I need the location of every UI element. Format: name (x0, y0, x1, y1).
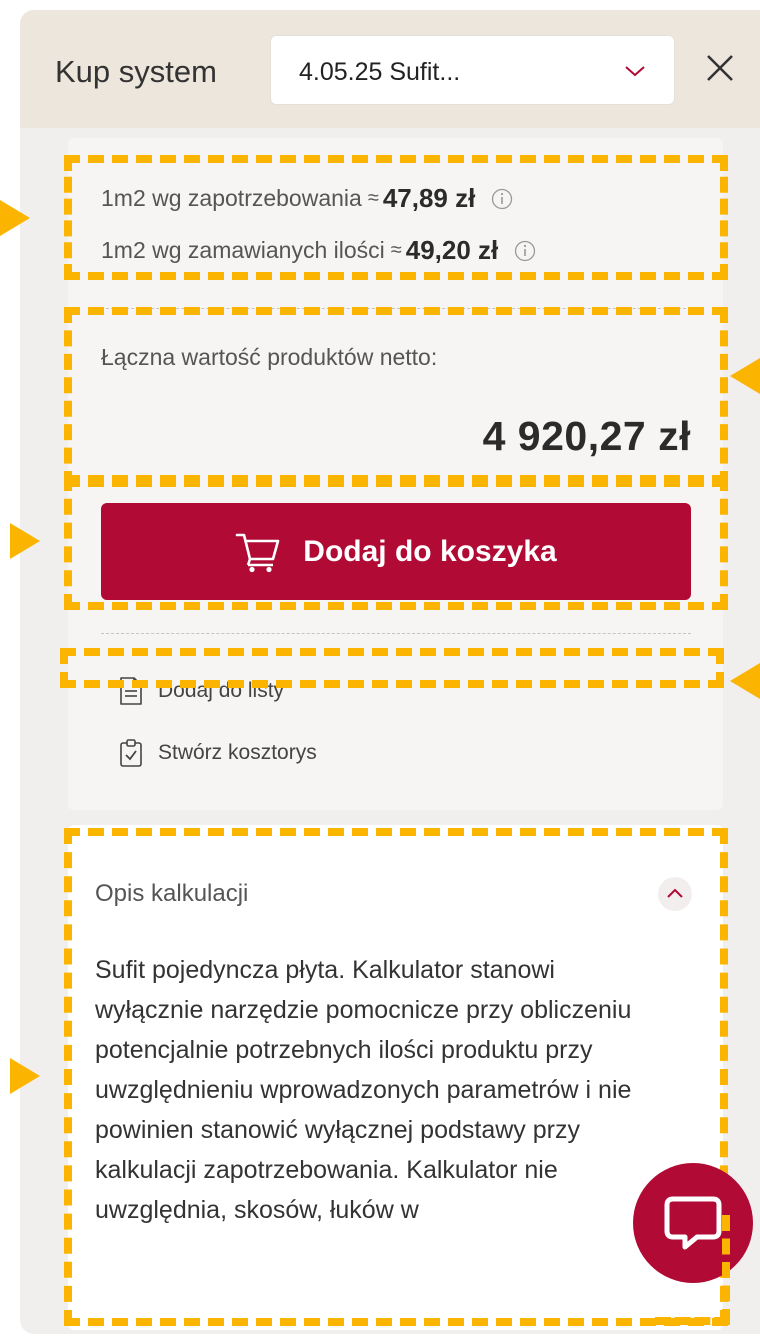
divider (101, 308, 691, 309)
price-per-m2-need: 1m2 wg zapotrzebowania ≈ 47,89 zł (101, 183, 513, 214)
arrow-left-icon (730, 663, 760, 699)
panel-title: Kup system (55, 54, 217, 89)
approx-sign: ≈ (390, 239, 402, 261)
arrow-left-icon (730, 358, 760, 394)
add-to-list-link[interactable]: Dodaj do listy (118, 676, 284, 706)
price-per-m2-order: 1m2 wg zamawianych ilości ≈ 49,20 zł (101, 235, 536, 266)
price-per-m2-need-label: 1m2 wg zapotrzebowania (101, 185, 362, 211)
chevron-up-icon (667, 888, 683, 898)
panel-header: Kup system 4.05.25 Sufit... (20, 10, 760, 128)
add-to-cart-button[interactable]: Dodaj do koszyka (101, 503, 691, 600)
info-icon[interactable] (491, 188, 513, 210)
add-to-cart-label: Dodaj do koszyka (303, 534, 557, 568)
system-select[interactable]: 4.05.25 Sufit... (270, 35, 675, 105)
chevron-down-icon (625, 66, 645, 77)
create-estimate-link[interactable]: Stwórz kosztorys (118, 738, 317, 768)
chat-button[interactable] (633, 1163, 753, 1283)
cart-icon (235, 533, 280, 572)
buy-system-panel: Kup system 4.05.25 Sufit... 1m2 wg zapot… (20, 10, 760, 1334)
system-select-value: 4.05.25 Sufit... (299, 58, 461, 86)
price-per-m2-order-value: 49,20 zł (405, 235, 499, 265)
total-label: Łączna wartość produktów netto: (101, 344, 438, 370)
document-icon (120, 677, 142, 705)
price-per-m2-need-value: 47,89 zł (382, 183, 476, 213)
add-to-list-label: Dodaj do listy (158, 679, 285, 702)
divider (101, 633, 691, 634)
clipboard-check-icon (120, 739, 142, 767)
calculation-description-text: Sufit pojedyncza płyta. Kalkulator stano… (95, 956, 632, 1224)
chat-bubble-icon (664, 1196, 722, 1250)
arrow-right-icon (10, 523, 40, 559)
close-icon[interactable] (700, 48, 740, 88)
calculation-description: Opis kalkulacji Sufit pojedyncza płyta. … (68, 825, 723, 1330)
info-icon[interactable] (514, 240, 536, 262)
create-estimate-label: Stwórz kosztorys (158, 741, 317, 764)
approx-sign: ≈ (367, 187, 379, 209)
arrow-right-icon (10, 1058, 40, 1094)
arrow-right-icon (0, 200, 30, 236)
collapse-button[interactable] (658, 877, 692, 911)
price-per-m2-order-label: 1m2 wg zamawianych ilości (101, 237, 385, 263)
summary-card: 1m2 wg zapotrzebowania ≈ 47,89 zł 1m2 wg… (68, 138, 723, 810)
total-value: 4 920,27 zł (482, 413, 691, 459)
calculation-description-title: Opis kalkulacji (95, 880, 249, 907)
